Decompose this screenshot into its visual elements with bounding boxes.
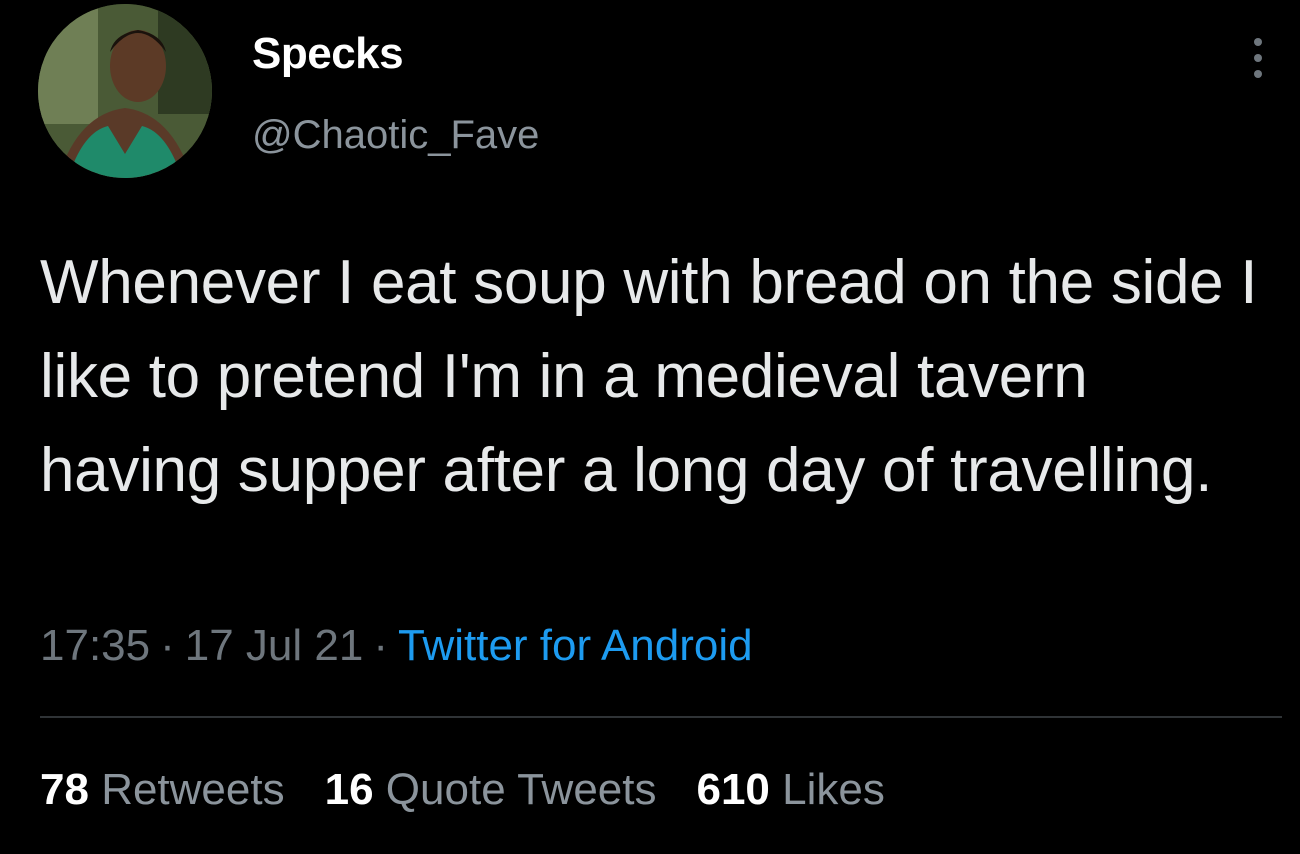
tweet-text: Whenever I eat soup with bread on the si… bbox=[40, 248, 1258, 505]
tweet-meta: 17:35 · 17 Jul 21 · Twitter for Android bbox=[40, 620, 753, 672]
retweets-stat[interactable]: 78 Retweets bbox=[40, 764, 285, 816]
tweet-time: 17:35 bbox=[40, 621, 151, 670]
divider bbox=[40, 716, 1282, 718]
quote-tweets-count: 16 bbox=[324, 765, 374, 814]
likes-count: 610 bbox=[696, 765, 770, 814]
more-options-icon[interactable] bbox=[1238, 34, 1278, 82]
likes-label: Likes bbox=[782, 765, 885, 814]
more-dot bbox=[1254, 54, 1262, 62]
display-name[interactable]: Specks bbox=[252, 30, 404, 78]
avatar[interactable] bbox=[38, 4, 212, 178]
likes-stat[interactable]: 610 Likes bbox=[696, 764, 884, 816]
quote-tweets-label: Quote Tweets bbox=[385, 765, 657, 814]
more-dot bbox=[1254, 70, 1262, 78]
meta-separator: · bbox=[160, 621, 175, 670]
retweets-count: 78 bbox=[40, 765, 89, 814]
user-handle[interactable]: @Chaotic_Fave bbox=[252, 112, 539, 158]
tweet-source-link[interactable]: Twitter for Android bbox=[398, 621, 753, 670]
tweet-date: 17 Jul 21 bbox=[184, 621, 364, 670]
more-dot bbox=[1254, 38, 1262, 46]
retweets-label: Retweets bbox=[101, 765, 285, 814]
meta-separator: · bbox=[373, 621, 388, 670]
tweet-stats: 78 Retweets 16 Quote Tweets 610 Likes bbox=[40, 764, 925, 816]
profile-photo bbox=[38, 4, 212, 178]
quote-tweets-stat[interactable]: 16 Quote Tweets bbox=[325, 764, 657, 816]
